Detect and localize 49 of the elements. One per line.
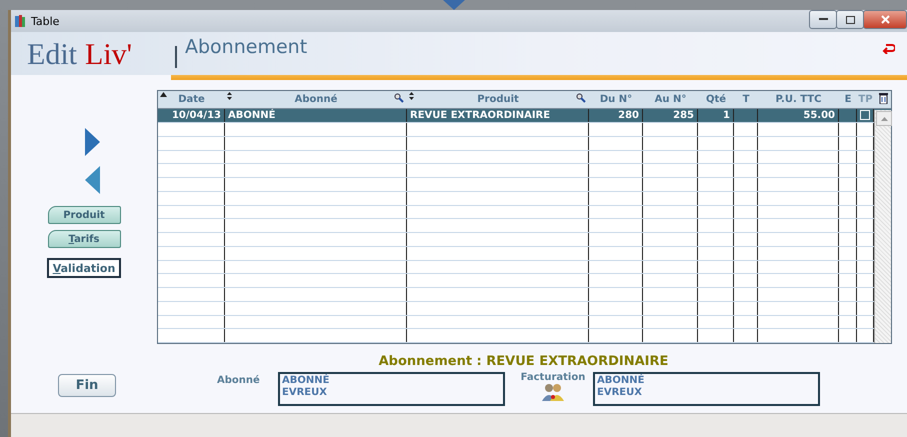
column-header[interactable]: P.U. TTC (758, 91, 839, 108)
minimize-icon (818, 18, 828, 21)
maximize-icon (846, 16, 854, 24)
table-cell: ABONNÉ (225, 109, 407, 122)
column-header[interactable]: Abonné (225, 91, 407, 108)
validation-button[interactable]: Validation (46, 258, 122, 278)
scrollbar[interactable] (874, 110, 891, 343)
field-label: Facturation (520, 372, 586, 383)
logo-text: Edit (27, 38, 77, 72)
page-title: Abonnement (185, 35, 308, 58)
address-field[interactable]: ABONNÉ EVREUX (278, 372, 505, 406)
maximize-button[interactable] (836, 10, 864, 29)
checkbox[interactable] (860, 110, 870, 120)
column-header[interactable]: Au N° (643, 91, 698, 108)
field-label: Abonné (217, 375, 261, 386)
side-button[interactable]: Tarifs (48, 230, 120, 248)
sort-icon[interactable] (160, 92, 167, 97)
sort-icon[interactable] (409, 92, 414, 100)
close-button[interactable] (863, 10, 907, 29)
return-arrow-icon[interactable] (882, 44, 895, 54)
table-cell: REVUE EXTRAORDINAIRE (407, 109, 589, 122)
table-cell: 1 (698, 109, 734, 122)
minimize-button[interactable] (809, 10, 837, 29)
sort-icon[interactable] (227, 92, 232, 100)
table-cell: 10/04/13 (158, 109, 225, 122)
column-header[interactable]: Produit (407, 91, 589, 108)
column-header[interactable]: E (839, 91, 857, 108)
app-icon (14, 14, 26, 28)
trash-icon[interactable] (879, 92, 888, 104)
side-button[interactable]: Produit (48, 206, 120, 224)
column-header[interactable]: T (734, 91, 758, 108)
search-icon[interactable] (394, 93, 404, 103)
column-header[interactable]: Date (158, 91, 225, 108)
caption: Abonnement : REVUE EXTRAORDINAIRE (378, 354, 670, 369)
table-cell: 280 (589, 109, 643, 122)
search-icon[interactable] (576, 93, 586, 103)
down-arrow-icon (442, 0, 464, 10)
address-field[interactable]: ABONNÉ EVREUX (593, 372, 820, 406)
table-cell: 285 (643, 109, 698, 122)
column-header[interactable]: Du N° (589, 91, 643, 108)
people-icon[interactable] (542, 383, 564, 401)
close-icon (880, 15, 890, 24)
table-cell: 55.00 (758, 109, 839, 122)
logo-text: Liv' (85, 38, 132, 72)
window-title: Table (31, 14, 60, 28)
column-header[interactable]: TP (857, 91, 874, 108)
table-row[interactable]: 10/04/13 ABONNÉ REVUE EXTRAORDINAIRE 280 285 1 55.00 (158, 109, 891, 124)
column-header[interactable]: Qté (698, 91, 734, 108)
fin-button[interactable]: Fin (58, 374, 116, 397)
